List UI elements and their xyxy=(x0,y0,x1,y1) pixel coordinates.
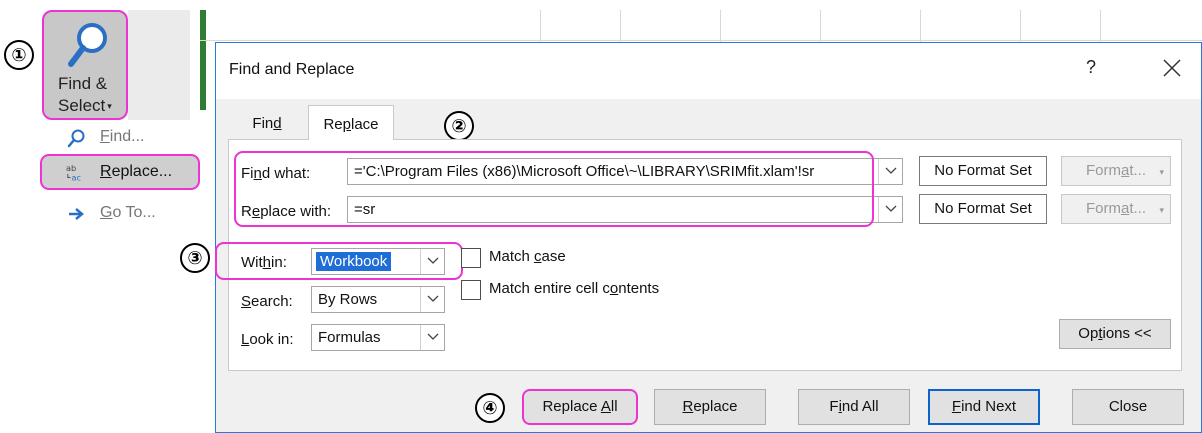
find-select-button[interactable]: Find & Select ▾ xyxy=(42,10,128,120)
find-select-label-line2: Select ▾ xyxy=(58,96,112,115)
search-select[interactable]: By Rows xyxy=(311,286,445,313)
grid-line xyxy=(200,40,1202,41)
replace-button[interactable]: Replace xyxy=(654,389,766,425)
find-next-button[interactable]: Find Next xyxy=(928,389,1040,425)
dialog-titlebar: Find and Replace ? xyxy=(216,43,1201,99)
chevron-down-icon xyxy=(427,333,439,340)
chevron-down-icon xyxy=(885,167,897,174)
look-in-dropdown[interactable] xyxy=(420,325,444,350)
menu-item-find-label: Find... xyxy=(100,128,145,145)
ribbon-group-background xyxy=(128,10,190,120)
look-in-label: Look in: xyxy=(241,331,294,348)
find-all-button[interactable]: Find All xyxy=(798,389,910,425)
replace-format-button[interactable]: Format... ▾ xyxy=(1061,194,1171,224)
chevron-down-icon xyxy=(427,295,439,302)
search-dropdown[interactable] xyxy=(420,287,444,312)
search-label: Search: xyxy=(241,293,293,310)
close-icon[interactable] xyxy=(1161,57,1183,79)
match-case-checkbox[interactable] xyxy=(461,248,481,268)
callout-4: ④ xyxy=(475,393,505,423)
dialog-title: Find and Replace xyxy=(229,61,355,78)
close-button[interactable]: Close xyxy=(1072,389,1184,425)
find-select-label-line1: Find & xyxy=(58,74,108,93)
magnifier-icon xyxy=(68,23,107,67)
find-format-button[interactable]: Format... ▾ xyxy=(1061,156,1171,186)
tab-replace[interactable]: Replace xyxy=(308,105,394,140)
callout-2: ② xyxy=(444,111,474,141)
match-case-label: Match case xyxy=(489,248,566,265)
dropdown-caret-icon: ▾ xyxy=(107,101,112,111)
find-format-status: No Format Set xyxy=(919,156,1047,186)
arrow-right-icon xyxy=(69,208,84,220)
find-what-dropdown[interactable] xyxy=(878,159,902,184)
find-replace-dialog: Find and Replace ? Find Replace ② Find w… xyxy=(215,42,1202,433)
match-entire-label: Match entire cell contents xyxy=(489,280,660,297)
menu-item-goto-label: Go To... xyxy=(100,204,156,221)
replace-with-dropdown[interactable] xyxy=(878,197,902,222)
dropdown-caret-icon: ▾ xyxy=(1159,167,1164,177)
search-icon xyxy=(67,129,85,148)
find-select-menu: Find... ab ac Replace... Go To... xyxy=(40,122,200,232)
help-button[interactable]: ? xyxy=(1086,57,1096,78)
column-edge xyxy=(200,10,206,110)
chevron-down-icon xyxy=(885,205,897,212)
tab-find[interactable]: Find xyxy=(228,105,306,138)
menu-item-replace[interactable]: ab ac Replace... xyxy=(40,154,200,190)
replace-format-status: No Format Set xyxy=(919,194,1047,224)
menu-item-goto[interactable]: Go To... xyxy=(48,198,200,230)
replace-all-button[interactable]: Replace All xyxy=(522,389,638,425)
replace-abc-icon: ab ac xyxy=(66,163,81,182)
callout-1: ① xyxy=(4,40,34,70)
highlight-box-fields xyxy=(234,151,874,227)
highlight-box-within xyxy=(215,242,463,280)
replace-panel: Find what: ='C:\Program Files (x86)\Micr… xyxy=(215,139,1182,371)
match-entire-checkbox[interactable] xyxy=(461,280,481,300)
callout-3: ③ xyxy=(180,243,210,273)
menu-item-find[interactable]: Find... xyxy=(48,122,200,154)
dropdown-caret-icon: ▾ xyxy=(1159,205,1164,215)
options-button[interactable]: Options << xyxy=(1059,319,1171,349)
look-in-select[interactable]: Formulas xyxy=(311,324,445,351)
svg-text:ac: ac xyxy=(71,172,81,182)
menu-item-replace-label: Replace... xyxy=(100,163,173,180)
